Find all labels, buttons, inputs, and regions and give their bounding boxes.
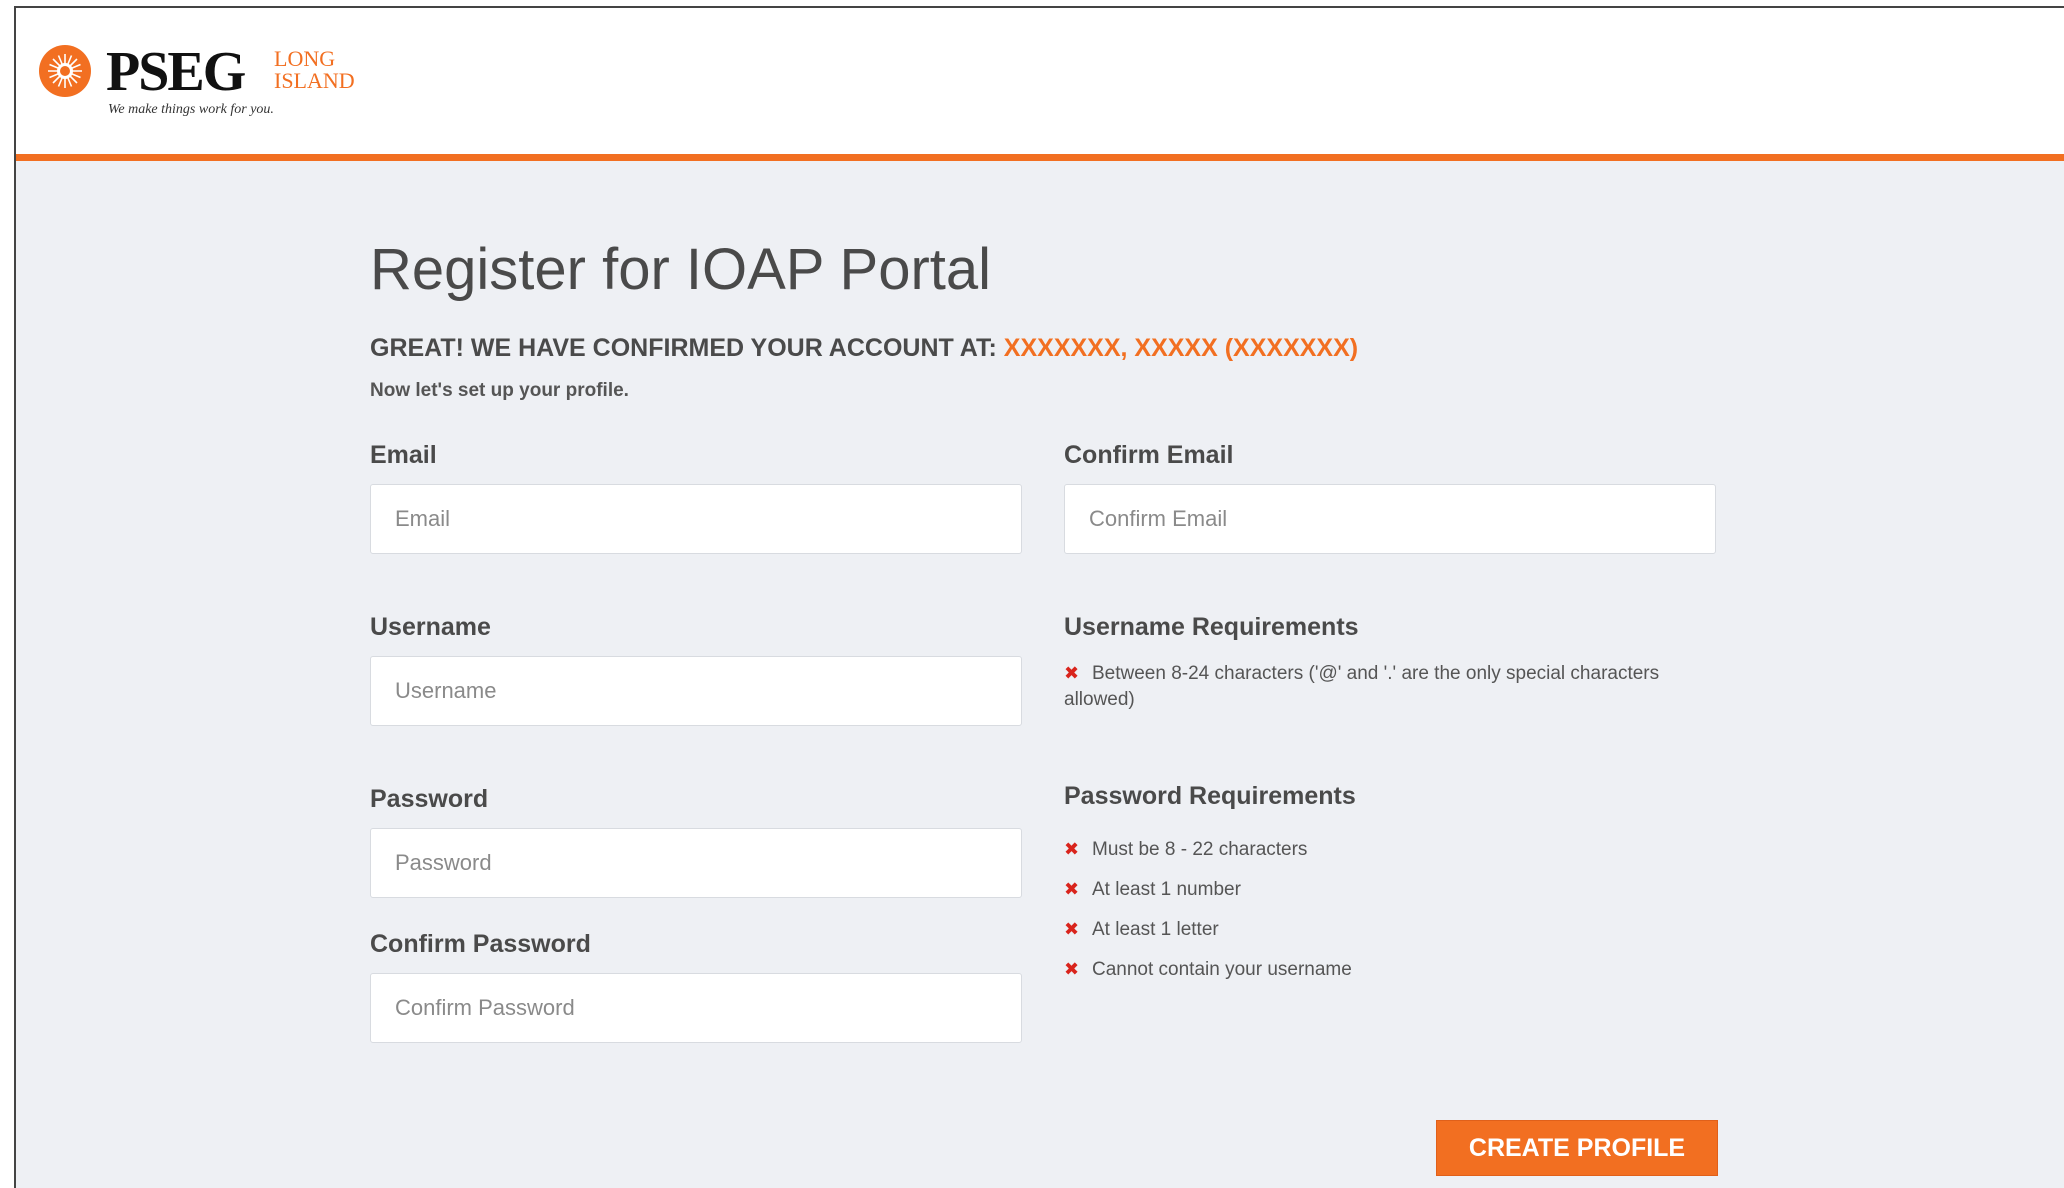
page-subtext: Now let's set up your profile. [370, 380, 629, 401]
confirm-password-label: Confirm Password [370, 930, 591, 958]
logo-region: LONG ISLAND [274, 48, 355, 92]
page-title: Register for IOAP Portal [370, 237, 992, 302]
create-profile-button[interactable]: CREATE PROFILE [1436, 1120, 1718, 1176]
account-confirmation: GREAT! WE HAVE CONFIRMED YOUR ACCOUNT AT… [370, 334, 1358, 363]
sunburst-logo-icon [39, 45, 91, 97]
logo-wordmark: PSEG [106, 41, 246, 103]
requirement-text: At least 1 letter [1092, 919, 1219, 940]
x-mark-icon: ✖ [1064, 919, 1080, 939]
requirement-text: Cannot contain your username [1092, 959, 1352, 980]
requirement-text: Between 8-24 characters ('@' and '.' are… [1064, 663, 1660, 710]
confirmation-text: GREAT! WE HAVE CONFIRMED YOUR ACCOUNT AT… [370, 334, 997, 362]
requirement-item: ✖ Must be 8 - 22 characters [1064, 836, 1684, 863]
password-requirements-list: ✖ Must be 8 - 22 characters ✖ At least 1 n… [1064, 836, 1684, 996]
email-field[interactable] [370, 484, 1022, 554]
confirmed-account: XXXXXXX, XXXXX (XXXXXXX) [1003, 334, 1359, 362]
logo-region-line2: ISLAND [274, 68, 355, 93]
x-mark-icon: ✖ [1064, 663, 1080, 683]
password-label: Password [370, 785, 489, 813]
pseg-logo[interactable]: PSEG LONG ISLAND We make things work for… [38, 38, 368, 128]
x-mark-icon: ✖ [1064, 879, 1080, 899]
email-label: Email [370, 441, 437, 469]
username-field[interactable] [370, 656, 1022, 726]
username-requirements-list: ✖ Between 8-24 characters ('@' and '.' ar… [1064, 660, 1684, 713]
requirement-item: ✖ Cannot contain your username [1064, 956, 1684, 983]
browser-viewport: PSEG LONG ISLAND We make things work for… [14, 6, 2064, 1188]
requirement-text: At least 1 number [1092, 879, 1241, 900]
password-requirements-title: Password Requirements [1064, 782, 1356, 810]
confirm-password-field[interactable] [370, 973, 1022, 1043]
requirement-item: ✖ At least 1 number [1064, 876, 1684, 903]
username-requirements-title: Username Requirements [1064, 613, 1359, 641]
confirm-email-label: Confirm Email [1064, 441, 1234, 469]
site-header: PSEG LONG ISLAND We make things work for… [16, 8, 2064, 161]
username-label: Username [370, 613, 491, 641]
requirement-item: ✖ At least 1 letter [1064, 916, 1684, 943]
x-mark-icon: ✖ [1064, 959, 1080, 979]
confirm-email-field[interactable] [1064, 484, 1716, 554]
logo-tagline: We make things work for you. [108, 102, 274, 117]
logo-region-line1: LONG [274, 46, 336, 71]
password-field[interactable] [370, 828, 1022, 898]
requirement-text: Must be 8 - 22 characters [1092, 839, 1308, 860]
requirement-item: ✖ Between 8-24 characters ('@' and '.' ar… [1064, 660, 1684, 713]
x-mark-icon: ✖ [1064, 839, 1080, 859]
